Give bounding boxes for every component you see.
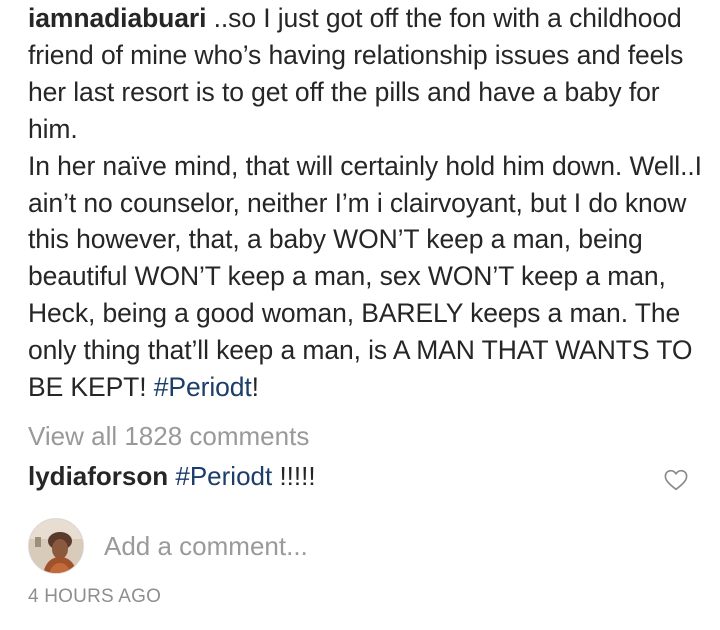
post-author-username[interactable]: iamnadiabuari [28, 3, 206, 33]
caption-text: ..so I just got off the fon with a child… [28, 3, 702, 403]
comment-hashtag-link[interactable]: #Periodt [175, 461, 272, 491]
heart-icon[interactable] [663, 467, 689, 493]
add-comment-input[interactable] [104, 528, 604, 564]
add-comment-row [28, 518, 688, 576]
comment-author-username[interactable]: lydiaforson [28, 461, 168, 491]
caption-tail: ! [251, 372, 259, 403]
comment-text: !!!!! [272, 461, 316, 491]
view-all-comments-link[interactable]: View all 1828 comments [28, 418, 309, 454]
avatar[interactable] [28, 518, 84, 574]
caption-hashtag-link[interactable]: #Periodt [154, 372, 252, 402]
post-caption: iamnadiabuari ..so I just got off the fo… [28, 0, 712, 406]
comment-item: lydiaforson #Periodt !!!!! [28, 458, 316, 494]
avatar-image [29, 519, 83, 573]
post-timestamp: 4 HOURS AGO [28, 586, 162, 607]
